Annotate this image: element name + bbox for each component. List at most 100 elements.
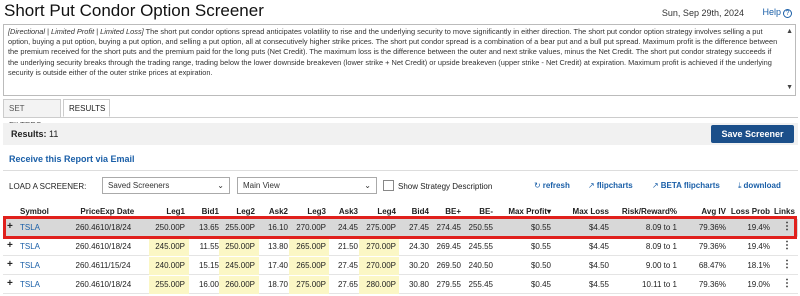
symbol-link[interactable]: TSLA (20, 242, 40, 251)
view-select[interactable]: Main View ⌄ (237, 177, 377, 194)
download-link[interactable]: ⤓ download (738, 181, 781, 191)
col-header-max-profit[interactable]: Max Profit▾ (508, 207, 551, 216)
save-screener-button[interactable]: Save Screener (711, 125, 794, 143)
ask2: 18.70 (267, 280, 288, 289)
screener-toolbar: LOAD A SCREENER: Saved Screeners ⌄ Main V… (0, 177, 800, 195)
risk-reward: 9.00 to 1 (645, 261, 677, 270)
table-row[interactable]: + TSLA 260.46 10/18/24 255.00P 16.00 260… (3, 276, 798, 294)
tab-results[interactable]: RESULTS (63, 99, 110, 117)
col-header-price[interactable]: Price (80, 207, 100, 216)
col-header-max-loss[interactable]: Max Loss (573, 207, 609, 216)
table-header-row: Symbol Price Exp Date Leg1 Bid1 Leg2 Ask… (3, 205, 798, 219)
max-loss: $4.45 (588, 242, 609, 251)
col-header-ask2[interactable]: Ask2 (269, 207, 288, 216)
col-header-bid4[interactable]: Bid4 (412, 207, 429, 216)
leg3: 265.00P (296, 242, 326, 251)
more-options-icon[interactable]: ⋮ (782, 259, 792, 270)
symbol-link[interactable]: TSLA (20, 223, 40, 232)
question-icon[interactable]: ? (783, 9, 792, 18)
symbol-link[interactable]: TSLA (20, 280, 40, 289)
max-profit: $0.50 (530, 261, 551, 270)
expand-icon[interactable]: + (7, 278, 13, 289)
leg3: 270.00P (296, 223, 326, 232)
results-label-text: Results: (11, 129, 47, 139)
col-header-bid1[interactable]: Bid1 (202, 207, 219, 216)
ask3: 24.45 (337, 223, 358, 232)
bid1: 16.00 (198, 280, 219, 289)
bid4: 24.30 (408, 242, 429, 251)
email-report-link[interactable]: Receive this Report via Email (9, 154, 135, 164)
leg2: 260.00P (225, 280, 255, 289)
strategy-tag: [Directional | Limited Profit | Limited … (8, 27, 144, 36)
expand-icon[interactable]: + (7, 240, 13, 251)
help-label[interactable]: Help (762, 7, 781, 17)
load-screener-label: LOAD A SCREENER: (9, 182, 87, 191)
tab-divider (3, 117, 798, 118)
ask2: 13.80 (267, 242, 288, 251)
chart-icon: ↗ (652, 181, 659, 190)
table-row[interactable]: + TSLA 260.46 10/18/24 245.00P 11.55 250… (3, 238, 798, 256)
exp-date: 10/18/24 (100, 280, 132, 289)
table-row[interactable]: + TSLA 260.46 10/18/24 250.00P 13.65 255… (3, 219, 798, 237)
chart-icon: ↗ (588, 181, 595, 190)
saved-screeners-select[interactable]: Saved Screeners ⌄ (102, 177, 230, 194)
col-header-risk-reward[interactable]: Risk/Reward% (622, 207, 677, 216)
col-header-be-minus[interactable]: BE- (479, 207, 493, 216)
scroll-down-icon[interactable]: ▼ (786, 83, 793, 93)
leg1: 240.00P (155, 261, 185, 270)
col-header-symbol[interactable]: Symbol (20, 207, 49, 216)
help-link[interactable]: Help? (762, 7, 792, 18)
loss-prob: 18.1% (747, 261, 770, 270)
leg4: 270.00P (366, 242, 396, 251)
leg1: 245.00P (155, 242, 185, 251)
show-description-checkbox[interactable] (383, 180, 394, 191)
be-minus: 250.55 (468, 223, 493, 232)
col-header-leg3[interactable]: Leg3 (307, 207, 326, 216)
col-header-leg2[interactable]: Leg2 (236, 207, 255, 216)
beta-flipcharts-link[interactable]: ↗ BETA flipcharts (652, 181, 720, 190)
col-header-ask3[interactable]: Ask3 (339, 207, 358, 216)
refresh-icon: ↻ (534, 181, 541, 190)
exp-date: 11/15/24 (100, 261, 131, 270)
expand-icon[interactable]: + (7, 259, 13, 270)
loss-prob: 19.4% (747, 242, 770, 251)
chevron-down-icon: ⌄ (364, 181, 371, 190)
results-count: 11 (49, 129, 59, 139)
download-icon: ⤓ (738, 181, 742, 190)
loss-prob: 19.0% (747, 280, 770, 289)
flipcharts-label: flipcharts (596, 181, 633, 190)
scroll-up-icon[interactable]: ▲ (786, 27, 793, 37)
col-header-leg1[interactable]: Leg1 (166, 207, 185, 216)
table-row[interactable]: + TSLA 260.46 11/15/24 240.00P 15.15 245… (3, 257, 798, 275)
bid4: 30.80 (408, 280, 429, 289)
download-label: download (743, 181, 781, 190)
expand-icon[interactable]: + (7, 221, 13, 232)
col-header-max-profit-label: Max Profit (508, 207, 547, 216)
page-header: Short Put Condor Option Screener Sun, Se… (0, 0, 800, 22)
saved-screeners-value: Saved Screeners (108, 181, 170, 190)
be-plus: 269.45 (436, 242, 461, 251)
leg3: 265.00P (296, 261, 326, 270)
symbol-link[interactable]: TSLA (20, 261, 40, 270)
tab-set-filters[interactable]: SET FILTERS (3, 99, 61, 130)
bid4: 27.45 (408, 223, 429, 232)
flipcharts-link[interactable]: ↗ flipcharts (588, 181, 633, 190)
more-options-icon[interactable]: ⋮ (782, 240, 792, 251)
exp-date: 10/18/24 (100, 223, 132, 232)
col-header-exp-date[interactable]: Exp Date (100, 207, 134, 216)
loss-prob: 19.4% (747, 223, 770, 232)
avg-iv: 68.47% (698, 261, 726, 270)
col-header-avg-iv[interactable]: Avg IV (701, 207, 726, 216)
col-header-leg4[interactable]: Leg4 (377, 207, 396, 216)
avg-iv: 79.36% (698, 223, 726, 232)
more-options-icon[interactable]: ⋮ (782, 278, 792, 289)
col-header-loss-prob[interactable]: Loss Prob (731, 207, 770, 216)
leg4: 270.00P (366, 261, 396, 270)
max-profit: $0.45 (530, 280, 551, 289)
leg2: 250.00P (225, 242, 255, 251)
leg1: 250.00P (155, 223, 185, 232)
refresh-link[interactable]: ↻ refresh (534, 181, 570, 190)
col-header-links: Links (774, 207, 795, 216)
more-options-icon[interactable]: ⋮ (782, 221, 792, 232)
col-header-be-plus[interactable]: BE+ (445, 207, 461, 216)
